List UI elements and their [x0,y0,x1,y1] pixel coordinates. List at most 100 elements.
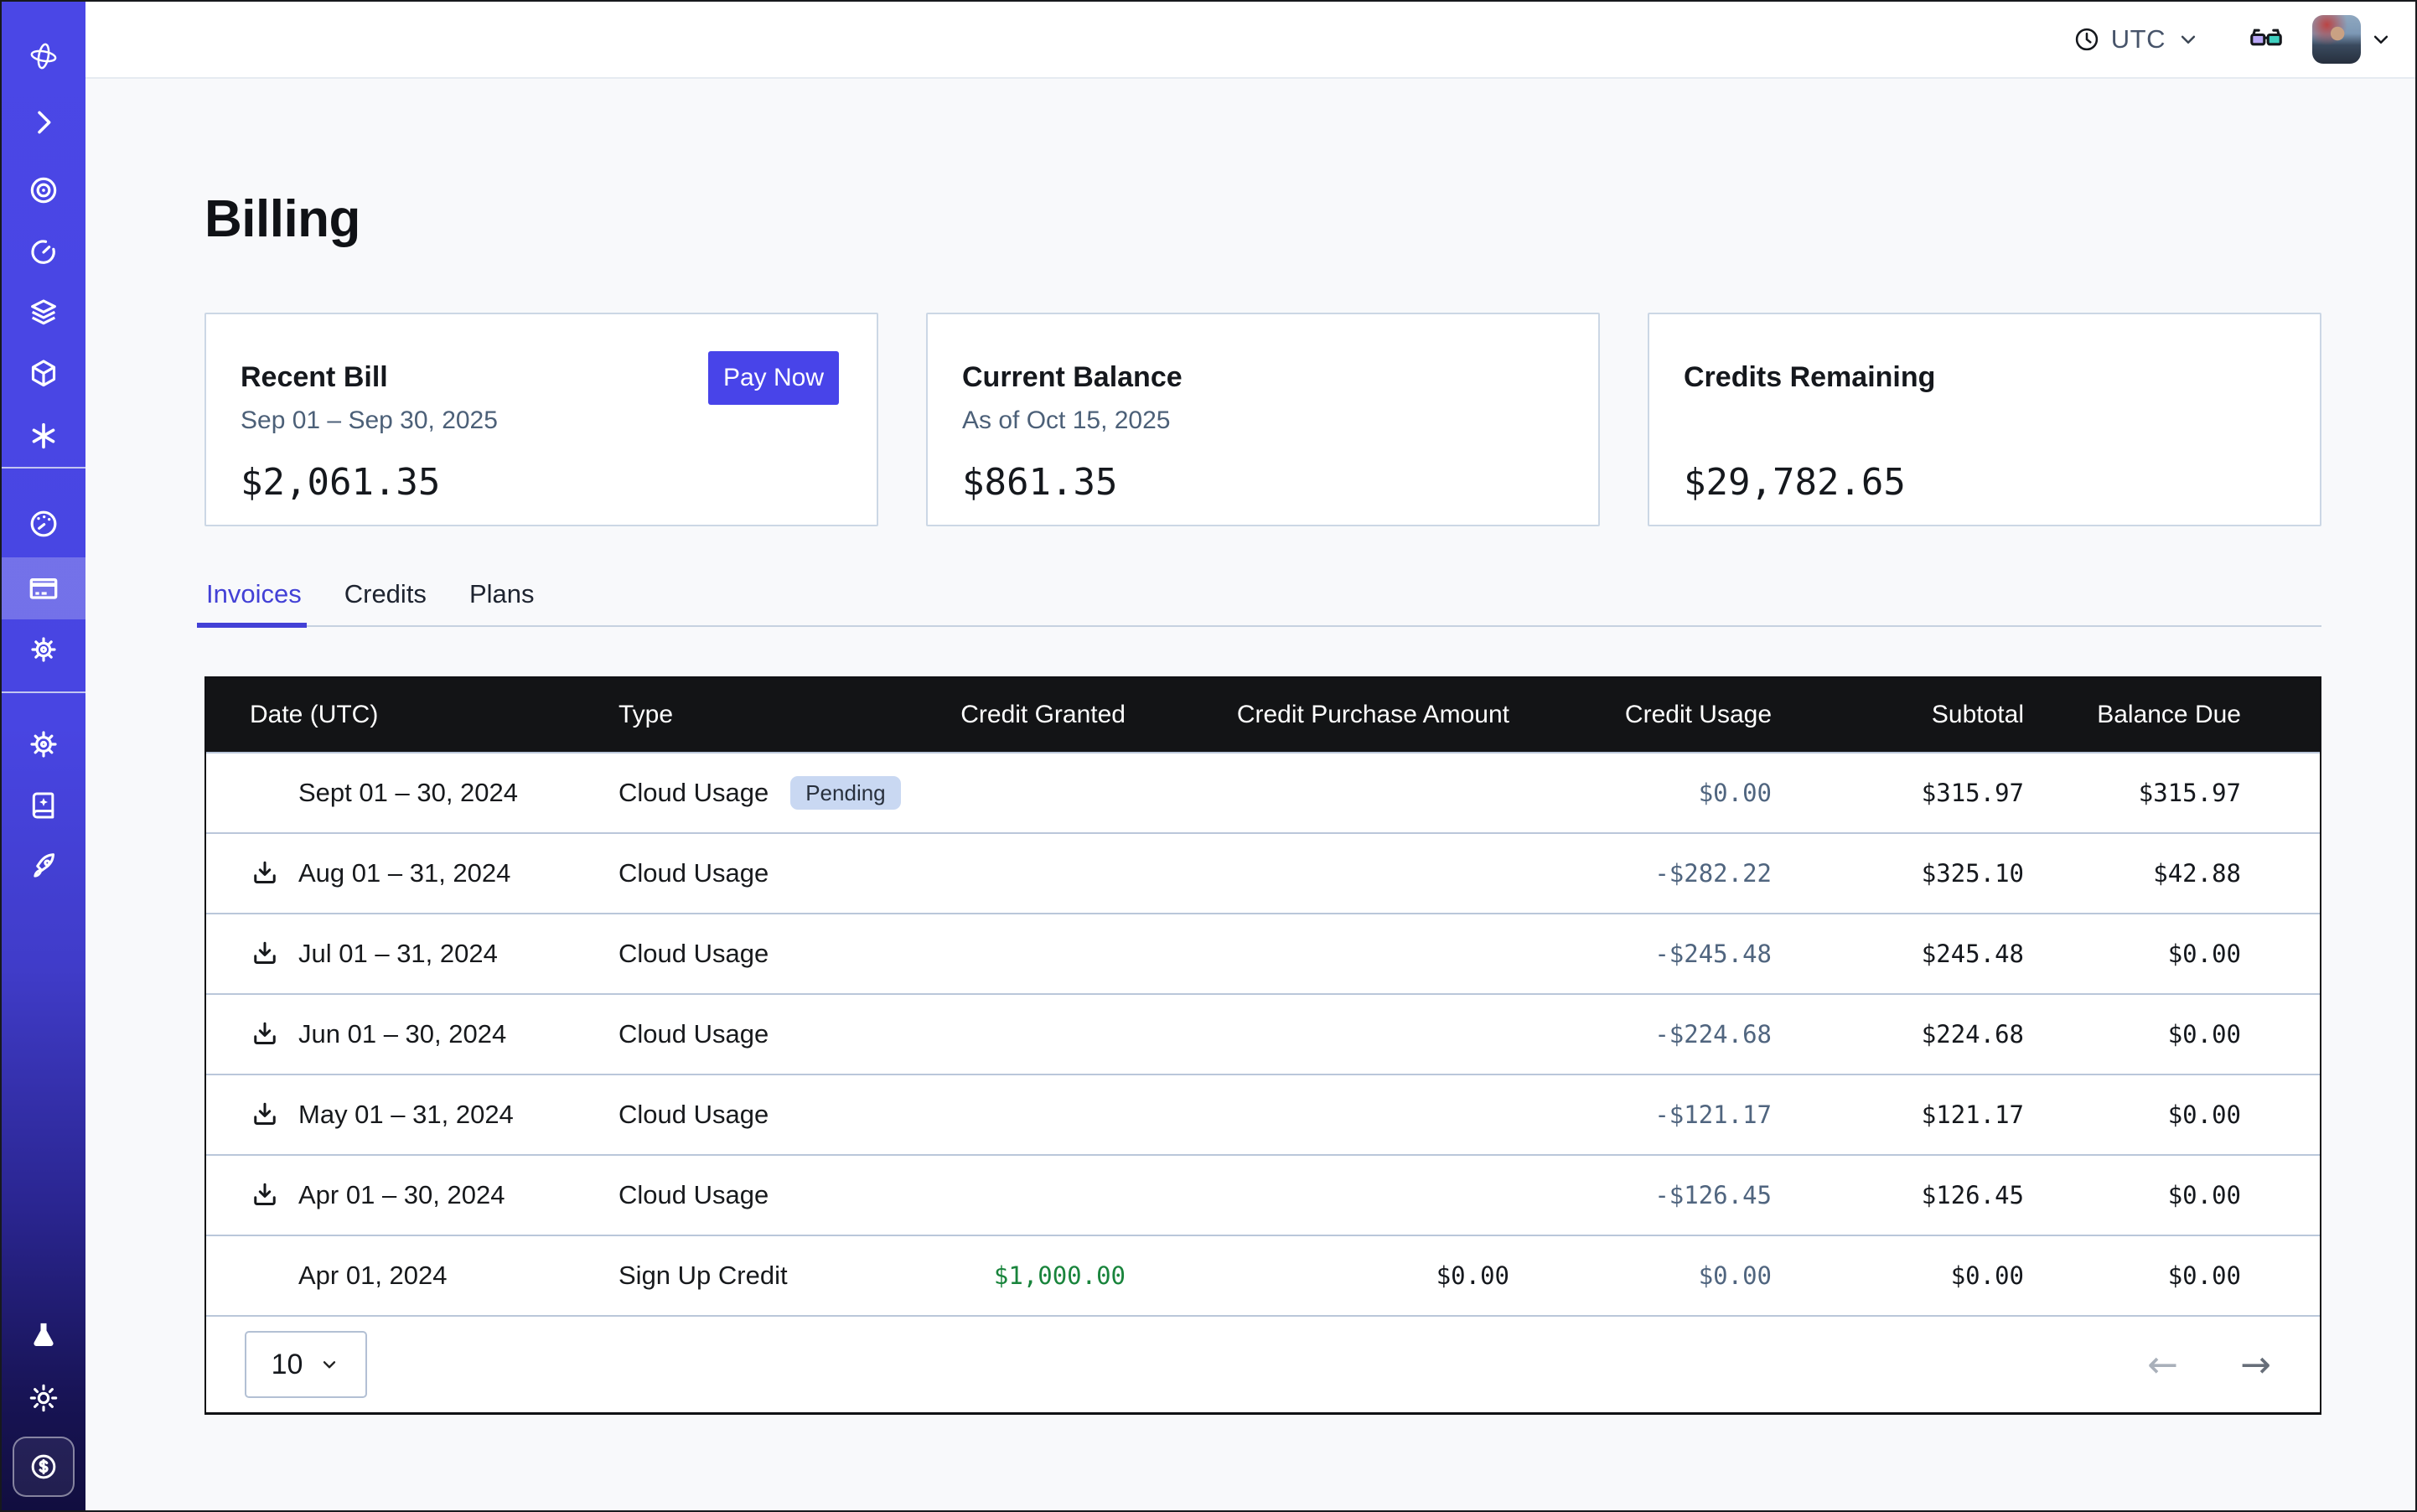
helm-icon[interactable] [2,728,85,761]
timer-icon[interactable] [2,235,85,268]
gauge-icon[interactable] [2,507,85,541]
dollar-badge-icon [27,1450,60,1484]
sidebar-expand-button[interactable] [2,106,85,139]
download-invoice-button[interactable] [250,858,280,888]
col-credit-usage: Credit Usage [1509,701,1772,729]
col-subtotal: Subtotal [1772,701,2024,729]
asterisk-icon[interactable] [2,419,85,453]
account-menu-chevron-icon[interactable] [2368,27,2394,52]
download-invoice-button[interactable] [250,939,280,969]
invoice-type: Sign Up Credit [618,1261,788,1291]
settings-gear-icon[interactable] [2,633,85,666]
timezone-label: UTC [2111,24,2166,54]
table-row: Jul 01 – 31, 2024 Cloud Usage -$245.48 $… [206,913,2320,993]
sidebar-divider [2,467,85,469]
download-icon [250,1100,280,1130]
pay-now-button[interactable]: Pay Now [708,351,839,405]
credit-granted-cell: $1,000.00 [937,1261,1126,1290]
invoice-date: Jun 01 – 30, 2024 [298,1019,506,1049]
table-footer: 10 ← → [206,1315,2320,1412]
layers-icon[interactable] [2,296,85,329]
download-spacer [250,778,280,808]
user-avatar[interactable] [2312,15,2361,64]
sidebar-item-billing[interactable] [2,572,85,605]
col-credit-purchase-amount: Credit Purchase Amount [1126,701,1509,729]
invoices-table: Date (UTC) Type Credit Granted Credit Pu… [204,676,2321,1415]
download-icon [250,1180,280,1210]
balance-as-of: As of Oct 15, 2025 [962,406,1565,437]
invoice-type: Cloud Usage [618,858,769,888]
card-title: Credits Remaining [1684,361,2286,394]
credit-usage-cell: $0.00 [1509,1261,1772,1290]
balance-due-cell: $0.00 [2024,1181,2241,1209]
table-row: May 01 – 31, 2024 Cloud Usage -$121.17 $… [206,1074,2320,1154]
next-page-button[interactable]: → [2240,1344,2271,1386]
subtotal-cell: $126.45 [1772,1181,2024,1209]
clock-icon [2073,25,2101,54]
sidebar-divider [2,691,85,693]
docs-book-icon[interactable] [2,789,85,822]
flask-icon[interactable] [2,1319,85,1353]
pending-status-badge: Pending [790,776,900,810]
credit-usage-cell: $0.00 [1509,779,1772,807]
credit-usage-cell: -$121.17 [1509,1100,1772,1129]
card-subtitle-empty [1684,406,2286,437]
download-icon [250,939,280,969]
credit-usage-cell: -$282.22 [1509,859,1772,888]
sidebar-item-credits[interactable] [13,1437,75,1497]
chevron-down-icon [2176,27,2201,52]
3d-glasses-icon[interactable] [2248,21,2285,58]
credits-remaining-card: Credits Remaining $29,782.65 [1648,313,2321,526]
subtotal-cell: $325.10 [1772,859,2024,888]
invoice-date: Sept 01 – 30, 2024 [298,778,518,808]
credits-remaining-amount: $29,782.65 [1684,461,2286,504]
target-icon[interactable] [2,173,85,207]
invoice-type: Cloud Usage [618,778,769,808]
tab-invoices[interactable]: Invoices [204,579,303,625]
rocket-icon[interactable] [2,850,85,883]
subtotal-cell: $315.97 [1772,779,2024,807]
card-title: Current Balance [962,361,1565,394]
invoice-date: Apr 01, 2024 [298,1261,448,1291]
page-title: Billing [204,189,2321,249]
balance-due-cell: $0.00 [2024,1020,2241,1049]
billing-tabs: Invoices Credits Plans [204,579,2321,627]
chevron-down-icon [318,1354,340,1375]
logo-icon[interactable] [2,39,85,73]
theme-sun-icon[interactable] [2,1381,85,1415]
credit-usage-cell: -$245.48 [1509,940,1772,968]
download-invoice-button[interactable] [250,1180,280,1210]
invoice-type: Cloud Usage [618,1100,769,1130]
table-header: Date (UTC) Type Credit Granted Credit Pu… [206,678,2320,752]
balance-due-cell: $0.00 [2024,1100,2241,1129]
tab-credits[interactable]: Credits [343,579,428,625]
invoice-type: Cloud Usage [618,1019,769,1049]
pagination: ← → [2147,1344,2271,1386]
download-invoice-button[interactable] [250,1100,280,1130]
invoice-type: Cloud Usage [618,1180,769,1210]
tab-plans[interactable]: Plans [468,579,536,625]
credit-usage-cell: -$126.45 [1509,1181,1772,1209]
credit-usage-cell: -$224.68 [1509,1020,1772,1049]
balance-due-cell: $42.88 [2024,859,2241,888]
cube-icon[interactable] [2,357,85,391]
credit-purchase-cell: $0.00 [1126,1261,1509,1290]
timezone-selector[interactable]: UTC [2073,24,2201,54]
download-icon [250,1019,280,1049]
page-size-value: 10 [272,1349,303,1381]
previous-page-button[interactable]: ← [2147,1344,2178,1386]
sidebar [2,2,85,1510]
summary-cards: Recent Bill Sep 01 – Sep 30, 2025 $2,061… [204,313,2321,526]
page-size-select[interactable]: 10 [245,1331,367,1398]
download-icon [250,858,280,888]
invoice-date: May 01 – 31, 2024 [298,1100,514,1130]
current-balance-amount: $861.35 [962,461,1565,504]
balance-due-cell: $0.00 [2024,940,2241,968]
balance-due-cell: $0.00 [2024,1261,2241,1290]
download-invoice-button[interactable] [250,1019,280,1049]
subtotal-cell: $245.48 [1772,940,2024,968]
recent-bill-amount: $2,061.35 [241,461,843,504]
invoice-date: Jul 01 – 31, 2024 [298,939,498,969]
main-content: Billing Recent Bill Sep 01 – Sep 30, 202… [204,79,2321,1415]
table-row: Aug 01 – 31, 2024 Cloud Usage -$282.22 $… [206,832,2320,913]
